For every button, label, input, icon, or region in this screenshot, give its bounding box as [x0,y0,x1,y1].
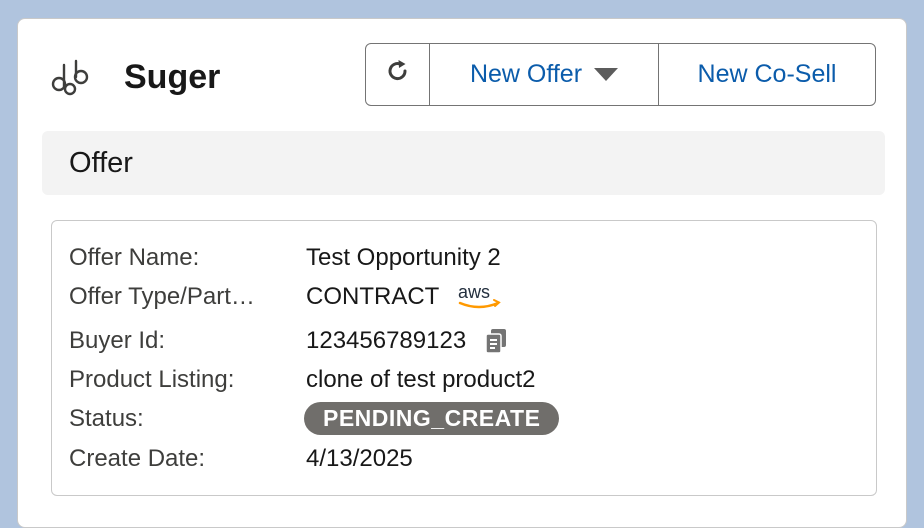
detail-row-buyer-id: Buyer Id: 123456789123 [69,321,508,360]
new-cosell-label: New Co-Sell [697,60,837,88]
offer-details: Offer Name: Test Opportunity 2 Offer Typ… [51,220,877,496]
refresh-button[interactable] [366,44,430,105]
copy-icon[interactable] [484,328,508,354]
offer-name-label: Offer Name: [69,243,200,271]
action-button-group: New Offer New Co-Sell [365,43,876,106]
offer-type-value: CONTRACT [306,282,440,310]
section-title: Offer [69,147,133,179]
offer-type-label: Offer Type/Part… [69,282,255,310]
product-listing-label: Product Listing: [69,365,235,393]
buyer-id-value-group: 123456789123 [306,327,508,355]
detail-row-offer-type: Offer Type/Part… CONTRACT aws [69,277,503,316]
app-title: Suger [124,58,221,96]
buyer-id-label: Buyer Id: [69,326,166,354]
detail-row-product-listing: Product Listing: clone of test product2 [69,360,535,399]
offer-name-link[interactable]: Test Opportunity 2 [306,244,501,272]
buyer-id-value: 123456789123 [306,326,467,354]
create-date-value: 4/13/2025 [306,444,413,472]
create-date-label: Create Date: [69,444,206,472]
status-value-group: PENDING_CREATE [304,402,560,435]
svg-text:aws: aws [458,282,490,302]
caret-down-icon[interactable] [594,60,619,89]
new-offer-label: New Offer [469,60,583,88]
detail-row-offer-name: Offer Name: Test Opportunity 2 [69,238,501,277]
new-cosell-button[interactable]: New Co-Sell [659,44,875,105]
refresh-icon [385,58,411,91]
product-listing-link[interactable]: clone of test product2 [306,366,535,394]
status-badge: PENDING_CREATE [304,402,560,435]
aws-logo-icon: aws [457,282,503,312]
offer-type-value-group: CONTRACT aws [306,282,503,312]
detail-row-status: Status: PENDING_CREATE [69,399,560,438]
new-offer-button[interactable]: New Offer [430,44,659,105]
offer-section-header: Offer [42,131,885,195]
status-label: Status: [69,404,144,432]
detail-row-create-date: Create Date: 4/13/2025 [69,439,413,478]
suger-card: Suger New Offer New Co-Sell Offer Offer … [17,18,907,528]
suger-logo-icon [50,59,96,99]
